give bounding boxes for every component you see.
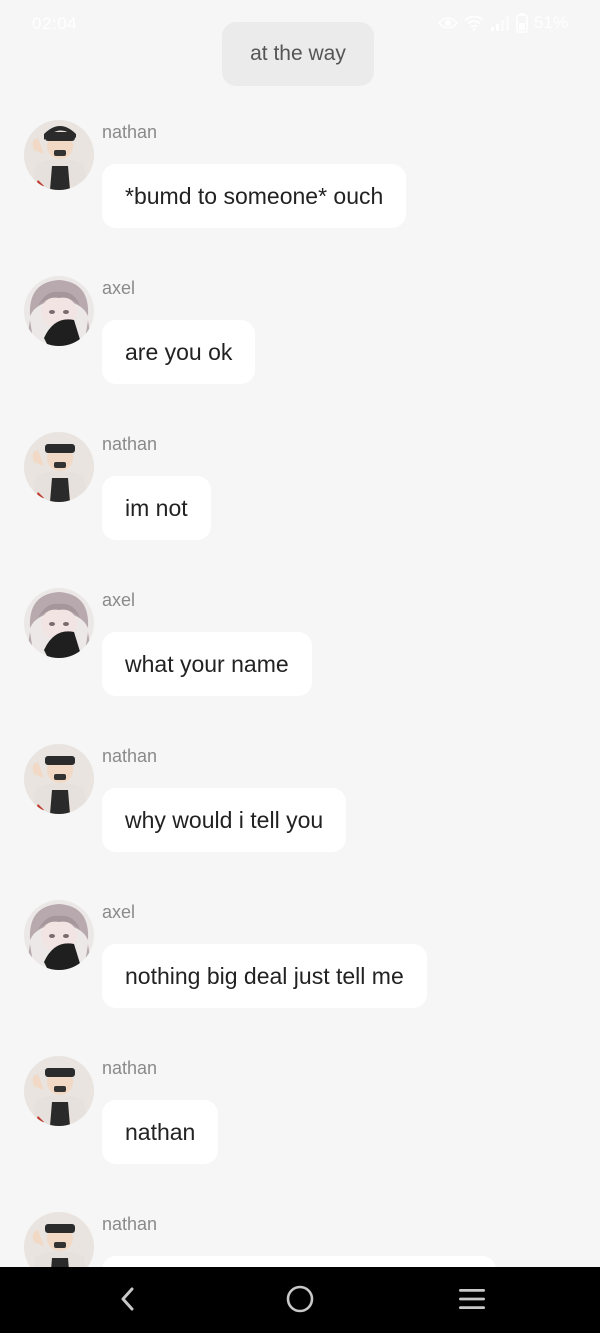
sender-name: nathan xyxy=(102,746,158,766)
nathan-avatar[interactable] xyxy=(24,1056,94,1126)
menu-icon xyxy=(457,1287,487,1316)
message-bubble[interactable]: nathan xyxy=(102,1100,219,1164)
nathan-avatar[interactable] xyxy=(24,432,94,502)
message-bubble[interactable]: im not xyxy=(102,476,211,540)
message-bubble[interactable]: are you ok xyxy=(102,320,256,384)
back-icon xyxy=(118,1286,138,1317)
sender-name: nathan xyxy=(102,1058,158,1078)
wifi-icon xyxy=(464,15,484,31)
axel-avatar[interactable] xyxy=(24,276,94,346)
axel-avatar[interactable] xyxy=(24,588,94,658)
message-bubble[interactable]: what your name xyxy=(102,632,312,696)
home-icon xyxy=(285,1284,315,1319)
message-bubble[interactable] xyxy=(102,1256,496,1267)
status-bar: 02:04 51% xyxy=(0,0,600,48)
battery-icon xyxy=(516,13,528,33)
navigation-bar xyxy=(0,1267,600,1333)
nathan-avatar[interactable] xyxy=(24,744,94,814)
message-bubble[interactable]: why would i tell you xyxy=(102,788,347,852)
axel-avatar[interactable] xyxy=(24,900,94,970)
sender-name: axel xyxy=(102,902,136,922)
chat-area[interactable]: at the way nathan *bumd to someone* ouch xyxy=(0,0,600,1267)
nathan-avatar[interactable] xyxy=(24,1212,94,1267)
message-bubble[interactable]: nothing big deal just tell me xyxy=(102,944,427,1008)
sender-name: axel xyxy=(102,590,136,610)
nathan-avatar[interactable] xyxy=(24,120,94,190)
status-time: 02:04 xyxy=(32,14,78,33)
status-icons: 51% xyxy=(437,13,568,33)
battery-level: 51% xyxy=(533,13,568,32)
home-button[interactable] xyxy=(280,1281,320,1321)
back-button[interactable] xyxy=(108,1281,148,1321)
signal-icon xyxy=(490,15,510,31)
sender-name: nathan xyxy=(102,434,158,454)
message-bubble[interactable]: *bumd to someone* ouch xyxy=(102,164,407,228)
menu-button[interactable] xyxy=(452,1281,492,1321)
eye-comfort-icon xyxy=(437,16,458,30)
sender-name: nathan xyxy=(102,1214,158,1234)
sender-name: nathan xyxy=(102,122,158,142)
sender-name: axel xyxy=(102,278,136,298)
